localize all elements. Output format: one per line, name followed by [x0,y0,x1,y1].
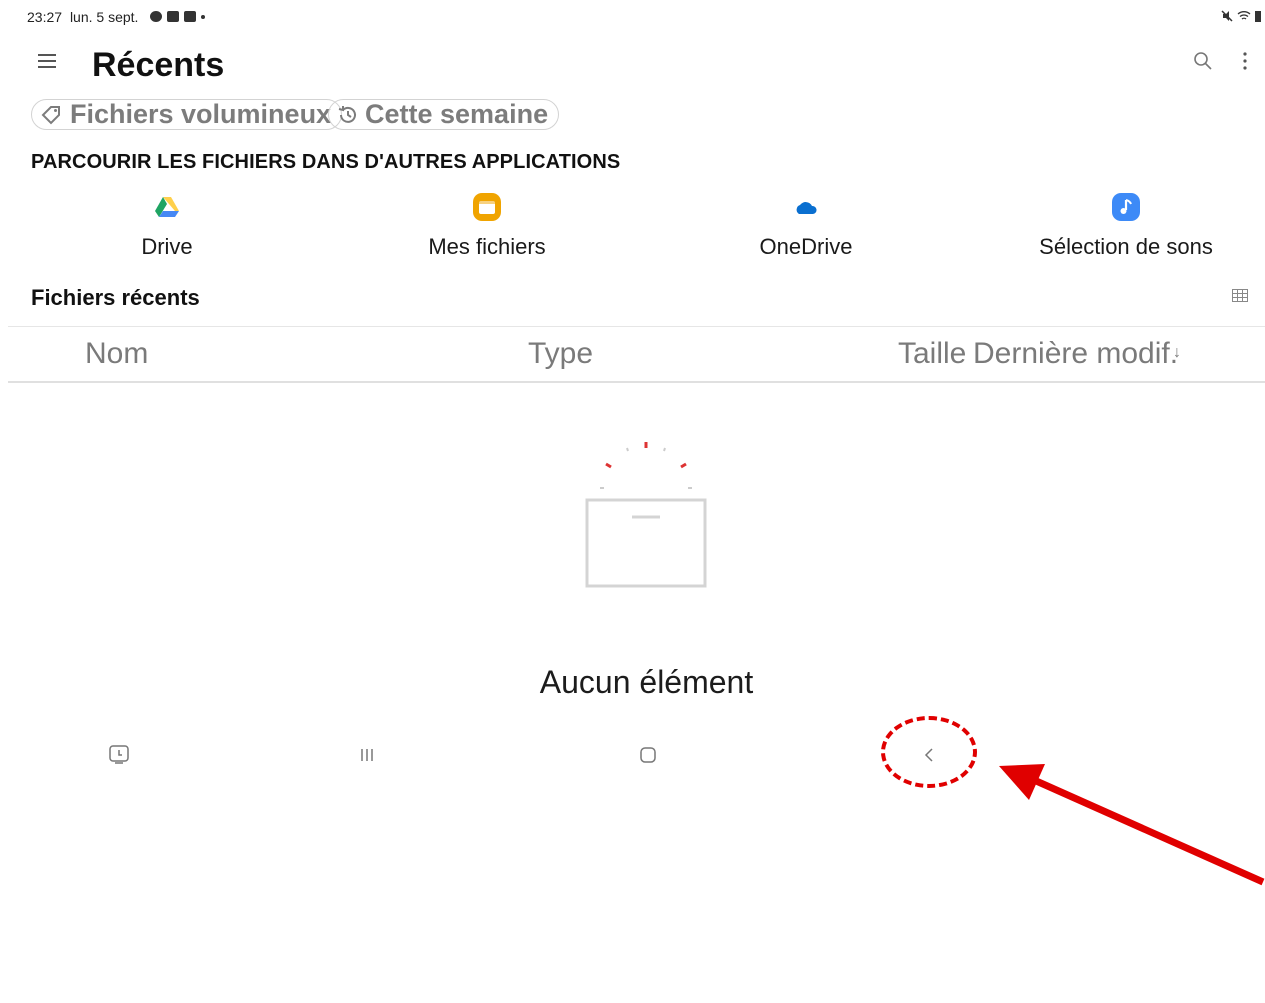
annotation-arrow [999,764,1265,886]
status-right-icons [1221,10,1261,22]
sound-picker-icon [1111,192,1141,222]
status-time: 23:27 [27,9,63,25]
empty-state-text: Aucun élément [539,664,754,700]
history-icon [338,105,356,123]
onedrive-icon [791,192,821,222]
screenshot-nav-icon [109,745,129,764]
filter-chip-large-files[interactable]: Fichiers volumineux [31,99,343,130]
app-label: Mes fichiers [428,234,546,259]
app-label: OneDrive [759,234,853,259]
app-label: Sélection de sons [1039,234,1213,259]
browse-section-title: PARCOURIR LES FICHIERS DANS D'AUTRES APP… [31,151,621,173]
column-header-last-modified[interactable]: Dernière modif. [973,337,1183,371]
sort-down-arrow-icon[interactable]: ↓ [1173,344,1181,362]
photo-icon [184,11,197,22]
my-files-icon [472,192,502,222]
search-icon[interactable] [1192,50,1214,72]
screenshot-nav-button[interactable] [99,740,139,770]
app-shortcut-drive[interactable]: Drive [57,192,277,260]
more-vertical-icon[interactable] [1238,50,1252,72]
column-header-last-modified-label: Dernière modif. [973,337,1179,370]
home-nav-button[interactable] [628,740,668,770]
page-title: Récents [92,46,225,84]
column-header-name[interactable]: Nom [85,337,148,371]
app-shortcut-sound-picker[interactable]: Sélection de sons [1016,192,1236,260]
app-shortcut-onedrive[interactable]: OneDrive [696,192,916,260]
chat-icon [150,11,163,22]
tag-icon [41,105,60,124]
filter-chip-label: Cette semaine [365,99,549,129]
recent-files-title: Fichiers récents [31,285,200,310]
column-header-size[interactable]: Taille [898,337,966,371]
app-shortcut-my-files[interactable]: Mes fichiers [377,192,597,260]
empty-box-illustration [585,442,707,588]
hamburger-menu-icon[interactable] [38,54,58,70]
mute-icon [1221,10,1233,22]
notification-dot [201,14,206,19]
annotation-circle [881,716,977,788]
grid-view-icon[interactable] [1232,289,1248,302]
filter-chip-this-week[interactable]: Cette semaine [328,99,560,130]
table-header: Nom Type Taille Dernière modif. [8,326,1265,383]
battery-icon [1255,11,1261,22]
recents-nav-button[interactable] [347,740,387,770]
recents-nav-icon [361,749,373,761]
filter-chip-label: Fichiers volumineux [70,99,332,129]
status-bar: 23:27 lun. 5 sept. [27,9,206,25]
column-header-type[interactable]: Type [528,337,593,371]
status-date: lun. 5 sept. [69,9,139,25]
gallery-icon [167,11,180,22]
google-drive-icon [152,192,182,222]
wifi-icon [1237,11,1251,20]
home-nav-icon [640,747,656,763]
app-label: Drive [141,234,193,259]
